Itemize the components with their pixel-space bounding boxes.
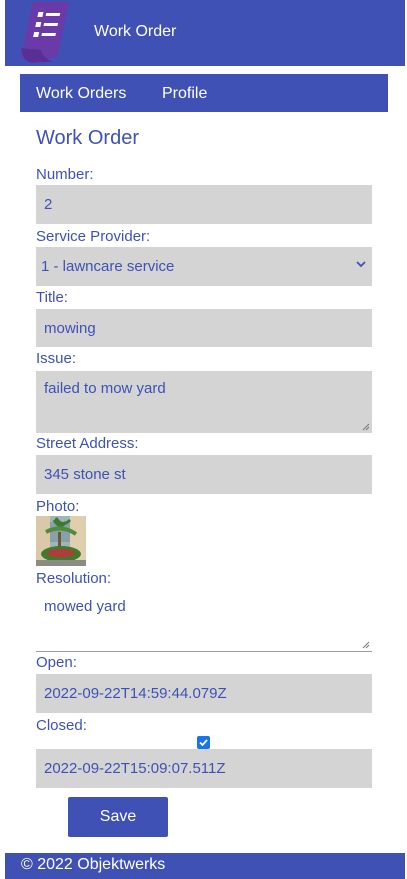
nav-item-work-orders[interactable]: Work Orders [36, 85, 126, 103]
page-title: Work Order [36, 127, 139, 149]
street-address-value: 345 stone st [44, 466, 126, 483]
number-value: 2 [44, 196, 53, 213]
resize-grip-icon[interactable] [362, 641, 370, 649]
street-address-field[interactable]: 345 stone st [36, 455, 372, 494]
footer-text: © 2022 Objektwerks [21, 856, 166, 873]
service-provider-label: Service Provider: [36, 228, 151, 245]
open-date-value: 2022-09-22T14:59:44.079Z [44, 685, 227, 702]
service-provider-value: 1 - lawncare service [41, 258, 175, 275]
issue-value: failed to mow yard [44, 380, 166, 397]
resolution-label: Resolution: [36, 570, 112, 587]
photo-thumbnail [36, 516, 86, 566]
closed-checkbox[interactable] [197, 736, 210, 749]
open-label: Open: [36, 654, 77, 671]
photo-label: Photo: [36, 498, 80, 515]
footer: © 2022 Objektwerks [5, 853, 405, 879]
resolution-value: mowed yard [44, 598, 126, 615]
title-field[interactable]: mowing [36, 309, 372, 347]
number-field[interactable]: 2 [36, 185, 372, 224]
nav-item-profile[interactable]: Profile [162, 85, 207, 103]
service-provider-select[interactable]: 1 - lawncare service [36, 247, 372, 286]
save-button[interactable]: Save [68, 797, 168, 837]
chevron-down-icon [356, 261, 366, 268]
app-header: Work Order [5, 0, 405, 66]
nav-bar: Work Orders Profile [20, 74, 388, 112]
issue-textarea[interactable]: failed to mow yard [36, 371, 372, 433]
app-title: Work Order [94, 23, 177, 40]
document-list-icon [21, 2, 69, 63]
closed-label: Closed: [36, 717, 87, 734]
title-value: mowing [44, 319, 96, 337]
issue-label: Issue: [36, 350, 77, 367]
resolution-textarea[interactable]: mowed yard [36, 590, 372, 652]
resize-grip-icon[interactable] [362, 423, 370, 431]
closed-date-field[interactable]: 2022-09-22T15:09:07.511Z [36, 749, 372, 788]
number-label: Number: [36, 166, 94, 183]
open-date-field[interactable]: 2022-09-22T14:59:44.079Z [36, 674, 372, 713]
checkmark-icon [199, 739, 208, 747]
closed-date-value: 2022-09-22T15:09:07.511Z [44, 760, 226, 777]
title-label: Title: [36, 289, 68, 306]
work-order-photo[interactable] [36, 516, 86, 566]
street-address-label: Street Address: [36, 435, 139, 452]
